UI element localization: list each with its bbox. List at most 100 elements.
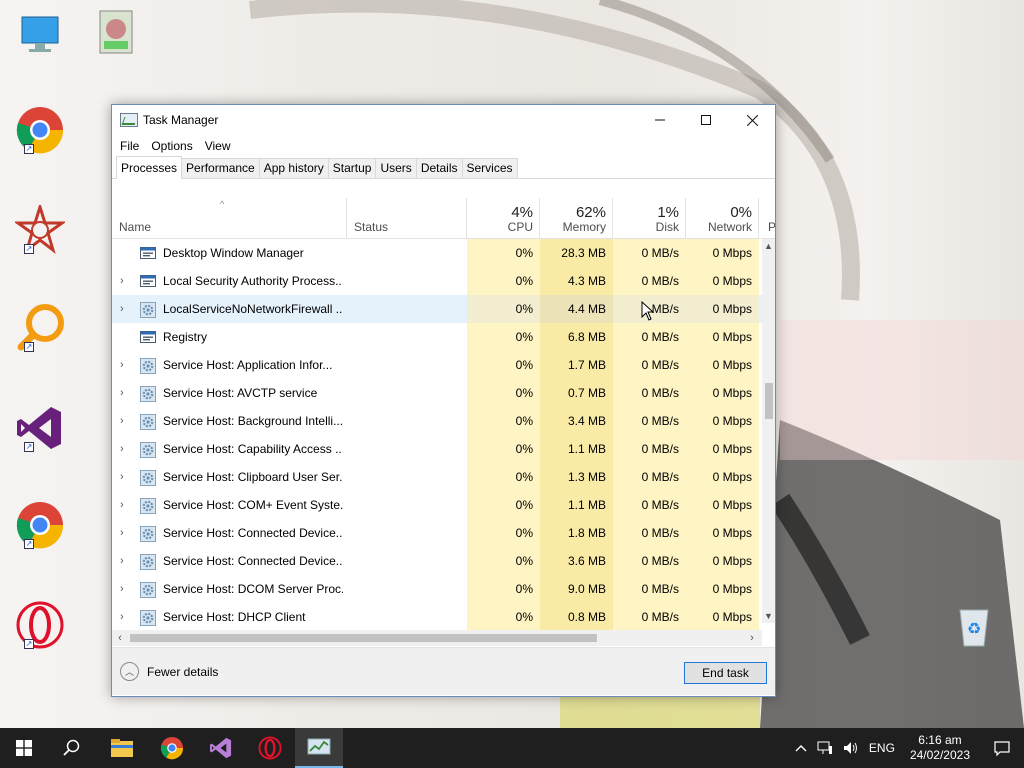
table-row[interactable]: Registry 0% 6.8 MB 0 MB/s 0 Mbps xyxy=(112,323,762,351)
process-disk: 0 MB/s xyxy=(613,547,686,575)
table-row[interactable]: › Service Host: Background Intelli... 0% 3.… xyxy=(112,407,762,435)
user-file-icon[interactable] xyxy=(86,2,146,62)
column-status[interactable]: Status xyxy=(347,198,467,238)
opera-icon[interactable]: ↗ xyxy=(10,595,70,655)
app-star-icon[interactable]: ↗ xyxy=(10,200,70,260)
expand-chevron-icon[interactable]: › xyxy=(120,351,130,379)
horizontal-scrollbar[interactable]: ‹ › xyxy=(112,630,762,646)
process-memory: 9.0 MB xyxy=(540,575,613,603)
expand-chevron-icon[interactable]: › xyxy=(120,491,130,519)
fewer-details-label: Fewer details xyxy=(147,664,219,679)
end-task-button[interactable]: End task xyxy=(684,662,767,684)
table-row[interactable]: › Service Host: Application Infor... 0% 1.7… xyxy=(112,351,762,379)
tab-users[interactable]: Users xyxy=(375,158,417,178)
close-button[interactable] xyxy=(729,105,775,135)
column-name[interactable]: ^ Name xyxy=(112,198,347,238)
process-status xyxy=(347,379,467,407)
column-memory-label: Memory xyxy=(562,220,606,234)
recycle-bin-icon[interactable]: ♻ xyxy=(944,596,1004,656)
language-indicator[interactable]: ENG xyxy=(864,741,900,755)
process-network: 0 Mbps xyxy=(686,603,759,631)
minimize-icon xyxy=(655,119,665,121)
chrome-icon[interactable]: ↗ xyxy=(10,100,70,160)
tab-details[interactable]: Details xyxy=(415,158,463,178)
column-disk[interactable]: 1% Disk xyxy=(613,198,686,238)
table-row[interactable]: › Service Host: Connected Device... 0% 1.8 … xyxy=(112,519,762,547)
table-row[interactable]: › LocalServiceNoNetworkFirewall ... 0% 4.4 … xyxy=(112,295,762,323)
table-row[interactable]: › Service Host: Connected Device... 0% 3.6 … xyxy=(112,547,762,575)
this-pc-icon[interactable] xyxy=(10,5,70,65)
scroll-up-icon[interactable]: ▲ xyxy=(762,239,775,253)
chrome-icon[interactable]: ↗ xyxy=(10,495,70,555)
maximize-button[interactable] xyxy=(683,105,729,135)
table-row[interactable]: › Service Host: COM+ Event Syste... 0% 1.1 … xyxy=(112,491,762,519)
visual-studio-icon[interactable]: ↗ xyxy=(10,398,70,458)
scroll-down-icon[interactable]: ▼ xyxy=(762,609,775,623)
expand-chevron-icon[interactable]: › xyxy=(120,295,130,323)
menu-file[interactable]: File xyxy=(116,139,143,153)
table-row[interactable]: › Service Host: AVCTP service 0% 0.7 MB 0 MB… xyxy=(112,379,762,407)
cpu-total: 4% xyxy=(511,204,533,221)
gear-icon xyxy=(140,610,156,626)
tab-services[interactable]: Services xyxy=(461,158,518,178)
taskbar-opera[interactable] xyxy=(246,728,294,768)
expand-chevron-icon[interactable]: › xyxy=(120,379,130,407)
expand-chevron-icon[interactable]: › xyxy=(120,267,130,295)
expand-chevron-icon[interactable]: › xyxy=(120,519,130,547)
app-window-icon xyxy=(140,246,156,260)
horizontal-scroll-thumb[interactable] xyxy=(130,634,597,642)
volume-tray[interactable] xyxy=(838,741,864,755)
table-row[interactable]: › Service Host: Capability Access ... 0% 1.… xyxy=(112,435,762,463)
expand-chevron-icon[interactable]: › xyxy=(120,575,130,603)
tab-startup[interactable]: Startup xyxy=(327,158,377,178)
tab-performance[interactable]: Performance xyxy=(181,158,260,178)
network-tray[interactable] xyxy=(812,741,838,755)
fewer-details-link[interactable]: ︿ Fewer details xyxy=(120,662,218,681)
search-app-icon[interactable]: ↗ xyxy=(10,298,70,358)
notification-icon xyxy=(994,740,1010,756)
table-row[interactable]: Desktop Window Manager 0% 28.3 MB 0 MB/s 0 M… xyxy=(112,239,762,267)
expand-chevron-icon[interactable]: › xyxy=(120,407,130,435)
process-disk: 0 MB/s xyxy=(613,267,686,295)
column-power[interactable]: P xyxy=(759,198,775,238)
action-center-button[interactable] xyxy=(980,740,1024,756)
taskbar-visual-studio[interactable] xyxy=(197,728,245,768)
table-row[interactable]: › Service Host: DCOM Server Proc... 0% 9.0 … xyxy=(112,575,762,603)
vertical-scroll-thumb[interactable] xyxy=(765,383,773,419)
process-name: Service Host: Connected Device... xyxy=(163,554,343,568)
expand-chevron-icon[interactable]: › xyxy=(120,435,130,463)
scroll-left-icon[interactable]: ‹ xyxy=(112,630,128,646)
menu-options[interactable]: Options xyxy=(147,139,196,153)
scroll-right-icon[interactable]: › xyxy=(744,630,760,646)
column-cpu[interactable]: 4% CPU xyxy=(467,198,540,238)
tab-app-history[interactable]: App history xyxy=(258,158,329,178)
expand-chevron-icon[interactable]: › xyxy=(120,547,130,575)
column-memory[interactable]: 62% Memory xyxy=(540,198,613,238)
footer-bar: ︿ Fewer details End task xyxy=(112,647,775,695)
clock[interactable]: 6:16 am 24/02/2023 xyxy=(900,733,980,763)
title-bar[interactable]: Task Manager xyxy=(112,105,775,135)
table-row[interactable]: › Service Host: Clipboard User Ser... 0% 1.… xyxy=(112,463,762,491)
table-row[interactable]: › Local Security Authority Process... 0% 4.… xyxy=(112,267,762,295)
shortcut-arrow-icon: ↗ xyxy=(24,442,34,452)
process-memory: 1.7 MB xyxy=(540,351,613,379)
process-status xyxy=(347,407,467,435)
tab-processes[interactable]: Processes xyxy=(116,156,183,179)
chevron-up-icon xyxy=(795,745,807,752)
menu-view[interactable]: View xyxy=(201,139,235,153)
expand-chevron-icon[interactable]: › xyxy=(120,463,130,491)
minimize-button[interactable] xyxy=(637,105,683,135)
table-row[interactable]: › Service Host: DHCP Client 0% 0.8 MB 0 MB/s… xyxy=(112,603,762,631)
taskbar-chrome[interactable] xyxy=(148,728,196,768)
show-hidden-icons[interactable] xyxy=(790,744,812,752)
taskbar-file-explorer[interactable] xyxy=(98,728,146,768)
search-button[interactable] xyxy=(48,728,96,768)
process-name: Service Host: Application Infor... xyxy=(163,358,333,372)
expand-chevron-icon[interactable]: › xyxy=(120,603,130,631)
column-network[interactable]: 0% Network xyxy=(686,198,759,238)
vertical-scrollbar[interactable]: ▲ ▼ xyxy=(762,239,775,623)
start-button[interactable] xyxy=(0,728,48,768)
taskbar-task-manager[interactable] xyxy=(295,728,343,768)
process-cpu: 0% xyxy=(467,239,540,267)
table-header: ^ Name Status 4% CPU 62% Memory 1% Disk … xyxy=(112,198,775,239)
